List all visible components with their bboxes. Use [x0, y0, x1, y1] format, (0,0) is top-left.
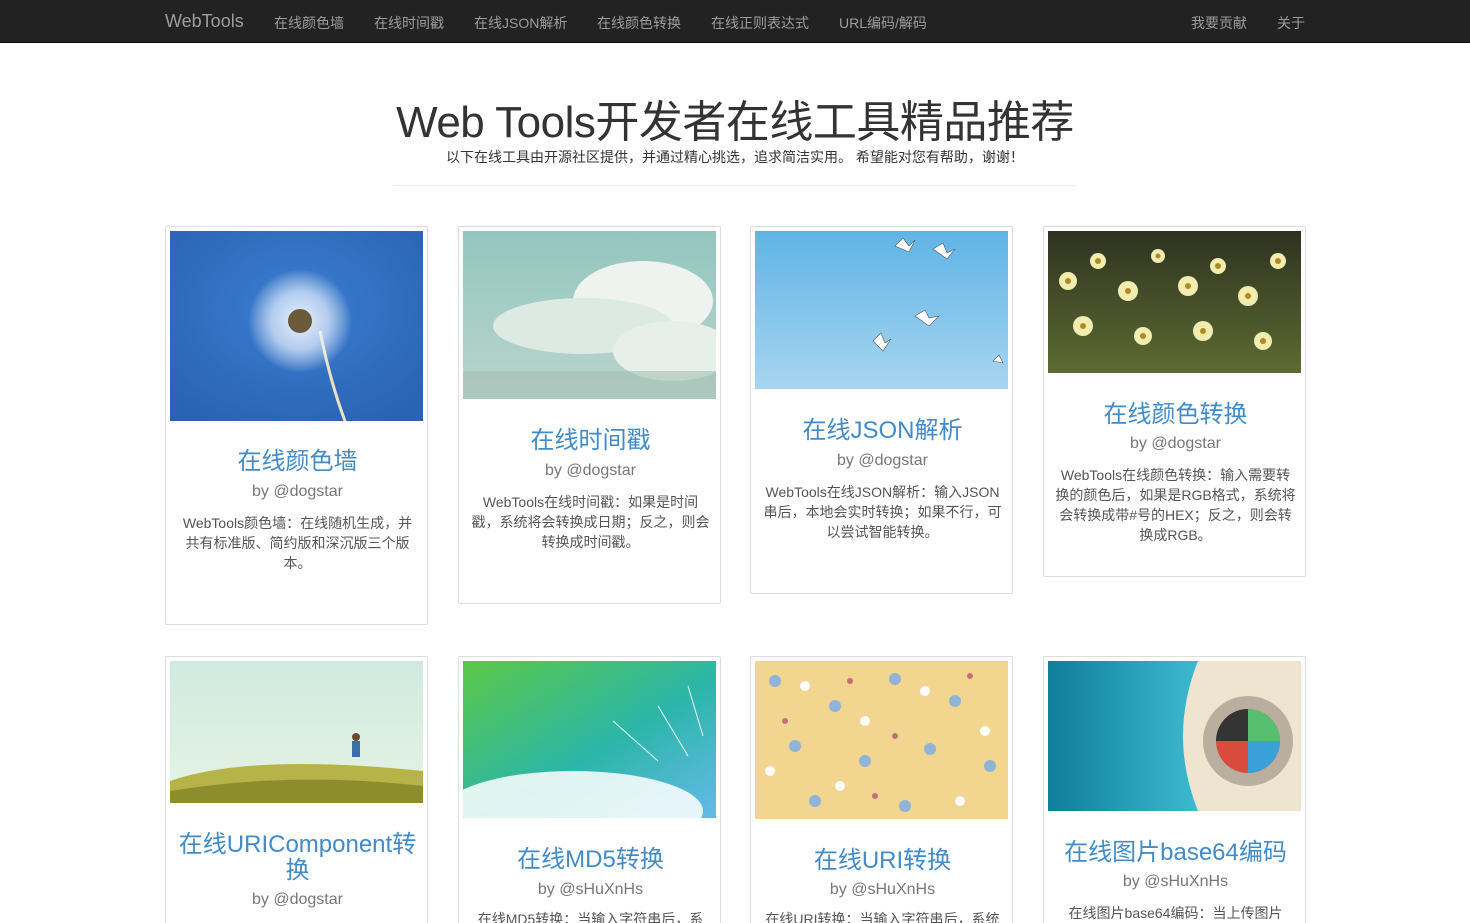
card-title[interactable]: 在线URIComponent转换 — [176, 832, 419, 884]
page-title: Web Tools开发者在线工具精品推荐 — [396, 98, 1074, 147]
card-image-daisies[interactable] — [1048, 231, 1301, 373]
tool-card-uri-component[interactable]: 在线URIComponent转换 by @dogstar — [165, 656, 428, 923]
tool-card-timestamp[interactable]: 在线时间戳 by @dogstar WebTools在线时间戳：如果是时间戳，系… — [458, 226, 721, 604]
card-title[interactable]: 在线JSON解析 — [761, 418, 1004, 444]
card-description: WebTools颜色墙：在线随机生成，并共有标准版、简约版和深沉版三个版本。 — [182, 515, 413, 571]
nav-link-color-wall[interactable]: 在线颜色墙 — [274, 13, 344, 33]
card-author: by @sHuXnHs — [1122, 873, 1229, 890]
tool-card-json[interactable]: 在线JSON解析 by @dogstar WebTools在线JSON解析：输入… — [750, 226, 1013, 594]
nav-link-about[interactable]: 关于 — [1277, 13, 1305, 33]
card-image-dandelion[interactable] — [170, 231, 423, 421]
card-author: by @dogstar — [1130, 435, 1221, 452]
nav-link-regex[interactable]: 在线正则表达式 — [711, 13, 809, 33]
nav-link-json[interactable]: 在线JSON解析 — [474, 13, 567, 33]
brand-logo[interactable]: WebTools — [165, 11, 244, 32]
divider — [393, 185, 1076, 186]
card-image-beach-umbrella[interactable] — [1048, 661, 1301, 811]
top-navbar: WebTools 在线颜色墙 在线时间戳 在线JSON解析 在线颜色转换 在线正… — [0, 0, 1470, 43]
card-description: 在线图片base64编码：当上传图片 — [1068, 905, 1283, 921]
nav-link-timestamp[interactable]: 在线时间戳 — [374, 13, 444, 33]
tool-card-color-convert[interactable]: 在线颜色转换 by @dogstar WebTools在线颜色转换：输入需要转换… — [1043, 226, 1306, 577]
card-description: 在线MD5转换：当输入字符串后，系 — [477, 911, 704, 923]
card-title[interactable]: 在线URI转换 — [761, 848, 1004, 874]
card-title[interactable]: 在线颜色墙 — [176, 449, 419, 475]
card-image-clouds[interactable] — [463, 231, 716, 399]
card-author: by @dogstar — [545, 462, 636, 479]
card-author: by @sHuXnHs — [829, 881, 936, 898]
card-title[interactable]: 在线图片base64编码 — [1054, 840, 1297, 866]
card-author: by @dogstar — [252, 483, 343, 500]
card-image-dandelion-seeds[interactable] — [463, 661, 716, 818]
card-image-floral-pattern[interactable] — [755, 661, 1008, 819]
card-author: by @dogstar — [837, 452, 928, 469]
card-description: WebTools在线颜色转换：输入需要转换的颜色后，如果是RGB格式，系统将会转… — [1055, 467, 1296, 543]
card-title[interactable]: 在线时间戳 — [469, 428, 712, 454]
nav-link-contribute[interactable]: 我要贡献 — [1191, 13, 1247, 33]
tool-card-uri[interactable]: 在线URI转换 by @sHuXnHs 在线URI转换：当输入字符串后，系统 — [750, 656, 1013, 923]
tool-card-md5[interactable]: 在线MD5转换 by @sHuXnHs 在线MD5转换：当输入字符串后，系 — [458, 656, 721, 923]
card-author: by @sHuXnHs — [537, 881, 644, 898]
nav-link-url-encode[interactable]: URL编码/解码 — [839, 13, 927, 33]
card-image-seagulls[interactable] — [755, 231, 1008, 389]
card-description: WebTools在线时间戳：如果是时间戳，系统将会转换成日期；反之，则会转换成时… — [471, 494, 710, 550]
card-author: by @dogstar — [252, 891, 343, 908]
card-title[interactable]: 在线颜色转换 — [1054, 402, 1297, 428]
card-description: 在线URI转换：当输入字符串后，系统 — [765, 911, 1000, 923]
card-description: WebTools在线JSON解析：输入JSON串后，本地会实时转换；如果不行，可… — [763, 484, 1002, 540]
card-image-meadow[interactable] — [170, 661, 423, 803]
card-title[interactable]: 在线MD5转换 — [469, 847, 712, 873]
page-subtitle: 以下在线工具由开源社区提供，并通过精心挑选，追求简洁实用。 希望能对您有帮助，谢… — [446, 149, 1024, 165]
tool-card-image-base64[interactable]: 在线图片base64编码 by @sHuXnHs 在线图片base64编码：当上… — [1043, 656, 1306, 923]
tool-card-color-wall[interactable]: 在线颜色墙 by @dogstar WebTools颜色墙：在线随机生成，并共有… — [165, 226, 428, 625]
nav-link-color-convert[interactable]: 在线颜色转换 — [597, 13, 681, 33]
